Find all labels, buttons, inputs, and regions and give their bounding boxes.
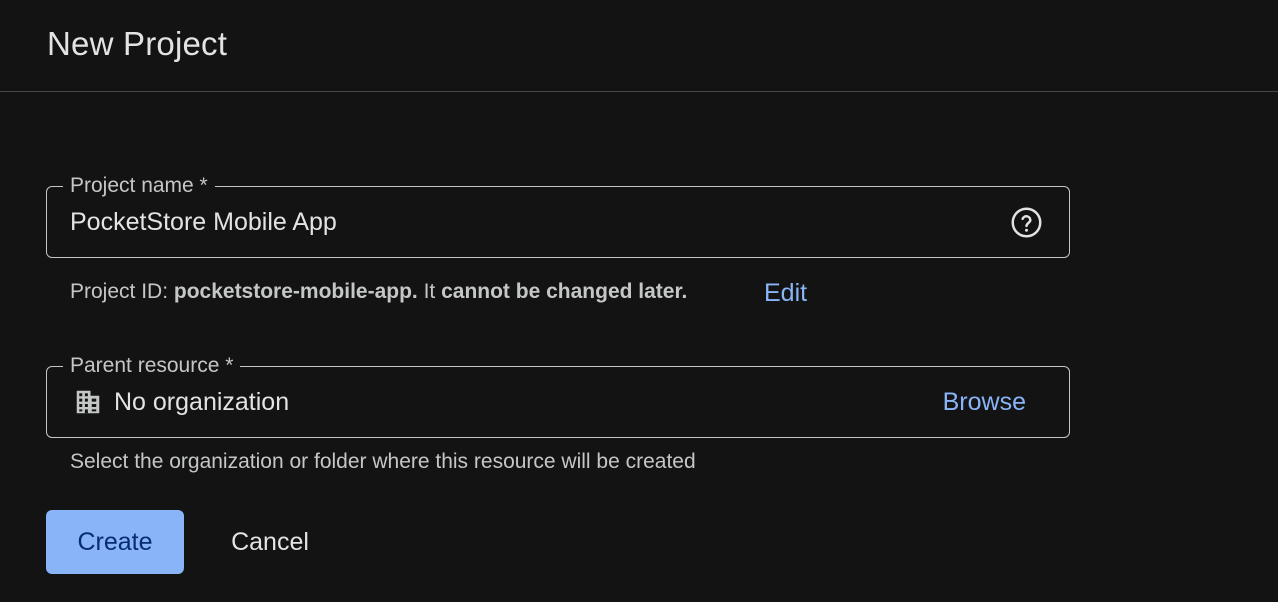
- edit-project-id-link[interactable]: Edit: [764, 277, 807, 309]
- browse-button[interactable]: Browse: [943, 385, 1026, 419]
- page-title: New Project: [47, 25, 228, 62]
- help-circle-icon[interactable]: [1010, 206, 1043, 239]
- project-name-label: Project name *: [63, 173, 215, 199]
- organization-building-icon: [76, 390, 100, 414]
- project-name-field[interactable]: Project name * PocketStore Mobile App: [46, 173, 1070, 258]
- parent-resource-value: No organization: [114, 388, 290, 416]
- header: New Project: [0, 0, 1278, 92]
- project-id-hint: Project ID: pocketstore-mobile-app. It c…: [70, 278, 687, 306]
- parent-resource-field[interactable]: Parent resource * No organization Browse: [46, 353, 1070, 438]
- project-id-value: pocketstore-mobile-app.: [173, 280, 418, 303]
- parent-resource-label: Parent resource *: [63, 353, 241, 379]
- project-id-prefix: Project ID:: [70, 280, 174, 303]
- create-button[interactable]: Create: [46, 510, 184, 574]
- new-project-page: New Project Project name * PocketStore M…: [0, 0, 1278, 602]
- project-name-input[interactable]: PocketStore Mobile App: [70, 206, 337, 238]
- project-id-warning: cannot be changed later.: [441, 280, 688, 303]
- project-id-middle: It: [417, 280, 442, 303]
- parent-resource-hint: Select the organization or folder where …: [70, 450, 696, 473]
- cancel-button[interactable]: Cancel: [208, 510, 332, 574]
